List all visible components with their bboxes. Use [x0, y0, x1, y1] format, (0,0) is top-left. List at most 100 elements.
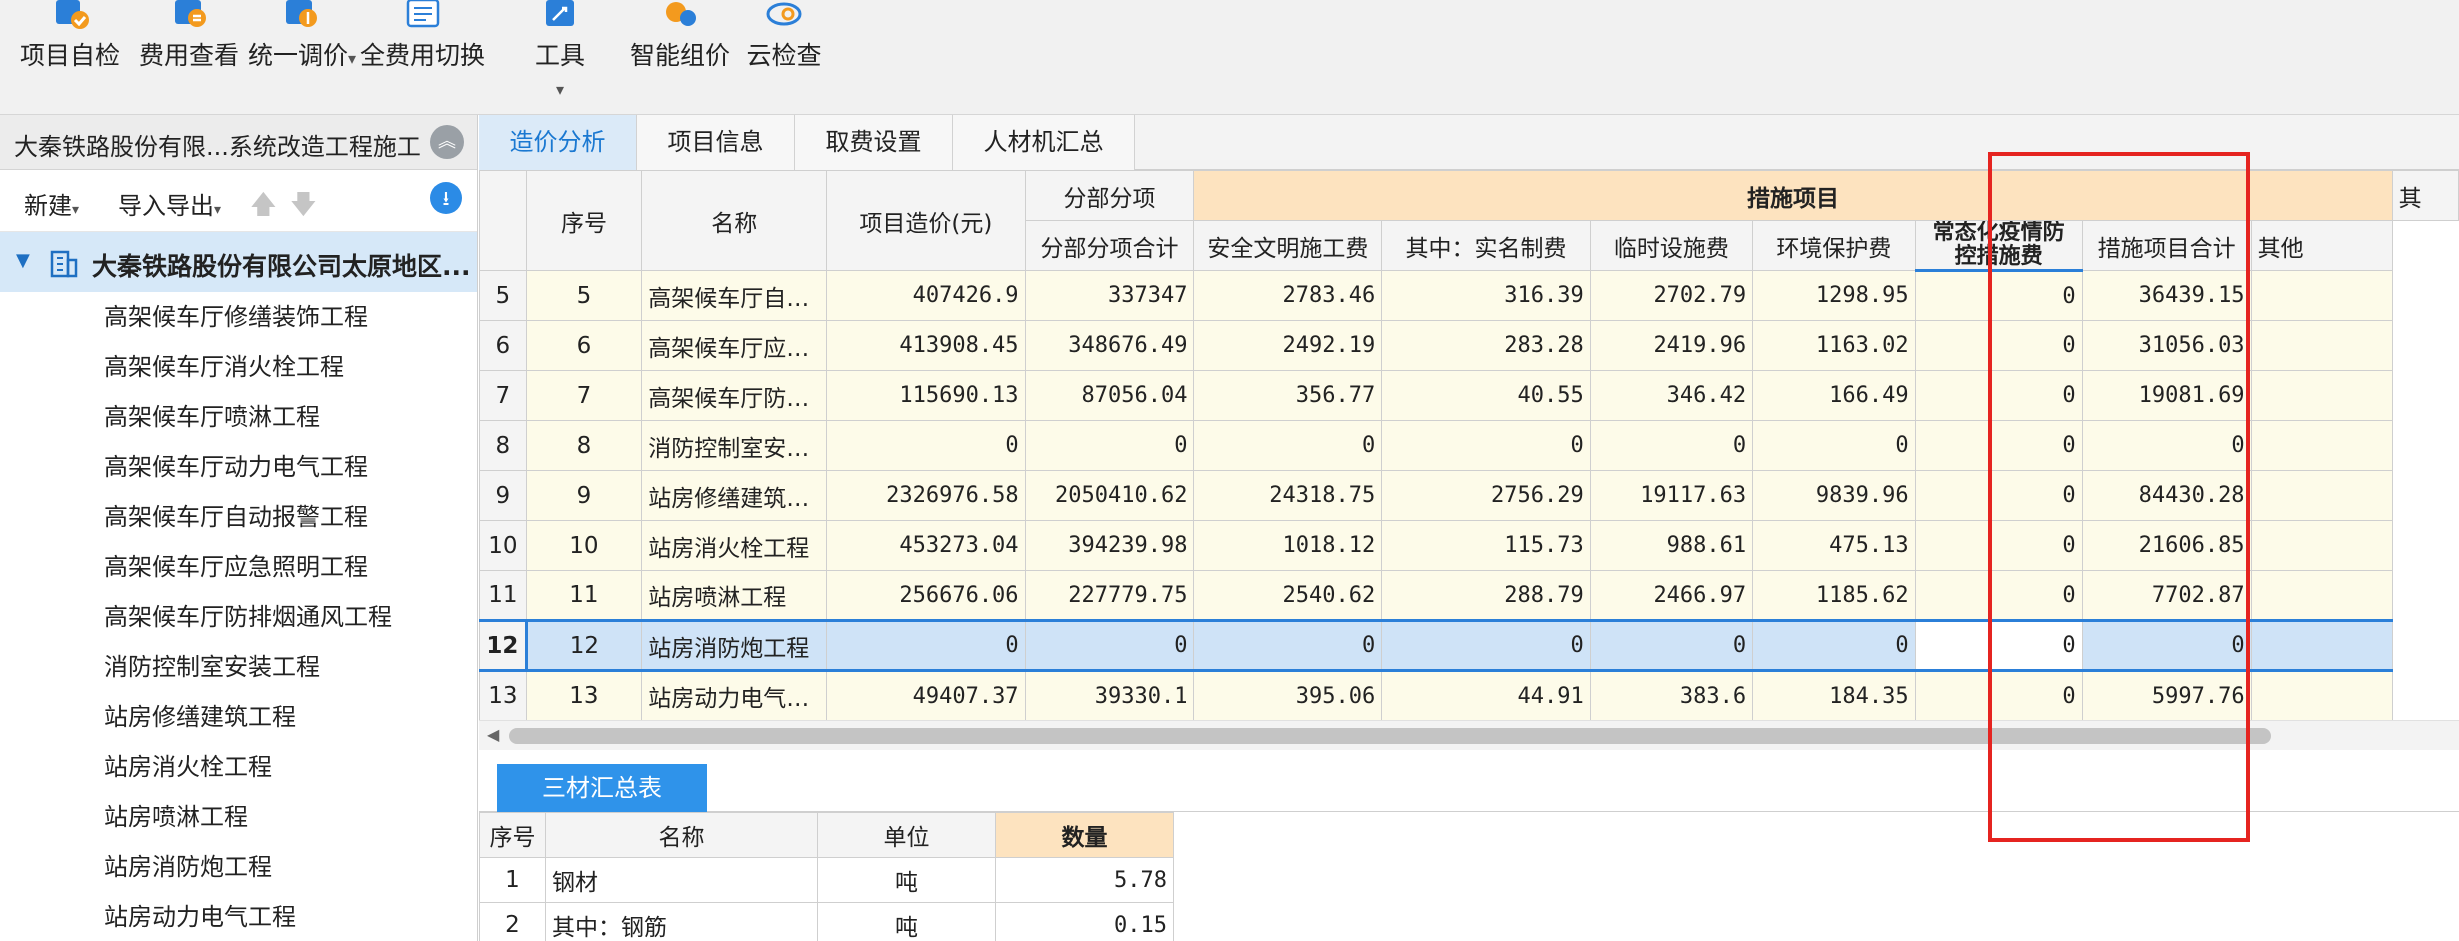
cell-epidemic[interactable]: 0 — [1914, 520, 2083, 571]
cell-fbfx[interactable]: 2050410.62 — [1024, 470, 1195, 521]
cell-fbfx[interactable]: 39330.1 — [1024, 670, 1195, 720]
tab-cost-analysis[interactable]: 造价分析 — [479, 115, 637, 170]
tree-root-item[interactable]: ▼ 大秦铁路股份有限公司太原地区... — [0, 232, 477, 292]
sum-cell-name[interactable]: 钢材 — [545, 857, 818, 903]
cell-env[interactable]: 1185.62 — [1752, 570, 1916, 621]
cell-safety[interactable]: 395.06 — [1193, 670, 1383, 720]
cell-safety[interactable]: 356.77 — [1193, 370, 1383, 421]
smart-pricing-button[interactable]: 智能组价 — [628, 0, 732, 115]
cell-epidemic[interactable]: 0 — [1914, 570, 2083, 621]
cell-measures[interactable]: 5997.76 — [2081, 670, 2252, 720]
sum-cell-seq[interactable]: 1 — [479, 857, 546, 903]
cell-realname[interactable]: 288.79 — [1381, 570, 1591, 621]
project-check-button[interactable]: 项目自检 — [18, 0, 122, 115]
cell-epidemic[interactable]: 0 — [1914, 320, 2083, 371]
cell-other[interactable] — [2250, 370, 2393, 421]
cell-fbfx[interactable]: 348676.49 — [1024, 320, 1195, 371]
cell-realname[interactable]: 44.91 — [1381, 670, 1591, 720]
cell-temp[interactable]: 383.6 — [1589, 670, 1754, 720]
cell-fbfx[interactable]: 0 — [1024, 619, 1195, 672]
cell-measures[interactable]: 0 — [2081, 619, 2252, 672]
horizontal-scrollbar[interactable]: ◀ — [479, 720, 2459, 750]
cell-safety[interactable]: 1018.12 — [1193, 520, 1383, 571]
cell-seq[interactable]: 6 — [525, 320, 643, 371]
full-cost-switch-button[interactable]: 全费用切换 — [360, 0, 485, 115]
cell-safety[interactable]: 0 — [1193, 619, 1383, 672]
cell-seq[interactable]: 9 — [525, 470, 643, 521]
cell-name[interactable]: 高架候车厅应… — [641, 320, 828, 371]
cell-other[interactable] — [2250, 619, 2393, 672]
cell-env[interactable]: 166.49 — [1752, 370, 1916, 421]
sum-cell-qty[interactable]: 0.15 — [995, 902, 1174, 941]
cell-temp[interactable]: 0 — [1589, 619, 1754, 672]
cell-measures[interactable]: 31056.03 — [2081, 320, 2252, 371]
tree-item[interactable]: 高架候车厅修缮装饰工程 — [0, 292, 477, 342]
sum-cell-name[interactable]: 其中：钢筋 — [545, 902, 818, 941]
cell-other[interactable] — [2250, 270, 2393, 321]
sum-cell-unit[interactable]: 吨 — [817, 902, 996, 941]
tree-item[interactable]: 站房消火栓工程 — [0, 742, 477, 792]
cell-cost[interactable]: 256676.06 — [826, 570, 1026, 621]
cell-env[interactable]: 475.13 — [1752, 520, 1916, 571]
tab-three-materials[interactable]: 三材汇总表 — [497, 764, 707, 812]
table-row[interactable]: 2 其中：钢筋吨 0.15 — [479, 902, 1174, 941]
cell-env[interactable]: 1163.02 — [1752, 320, 1916, 371]
sum-cell-unit[interactable]: 吨 — [817, 857, 996, 903]
table-row[interactable]: 9 9 站房修缮建筑… 2326976.58 2050410.62 24318.75 275… — [479, 470, 2459, 521]
table-row[interactable]: 7 7 高架候车厅防… 115690.13 87056.04 356.77 40.55 346… — [479, 370, 2459, 421]
sum-cell-seq[interactable]: 2 — [479, 902, 546, 941]
cell-realname[interactable]: 40.55 — [1381, 370, 1591, 421]
cell-temp[interactable]: 2419.96 — [1589, 320, 1754, 371]
cell-safety[interactable]: 2492.19 — [1193, 320, 1383, 371]
expand-arrow-icon[interactable]: ▼ — [16, 250, 30, 271]
sum-cell-qty[interactable]: 5.78 — [995, 857, 1174, 903]
cloud-check-button[interactable]: 云检查 — [744, 0, 824, 115]
table-row[interactable]: 12 12 站房消防炮工程 0 0 0 0 0 0 0 0 — [479, 619, 2459, 672]
cell-other[interactable] — [2250, 470, 2393, 521]
cell-other[interactable] — [2250, 320, 2393, 371]
cell-other[interactable] — [2250, 420, 2393, 471]
cell-temp[interactable]: 988.61 — [1589, 520, 1754, 571]
tree-item[interactable]: 高架候车厅应急照明工程 — [0, 542, 477, 592]
tree-item[interactable]: 站房消防炮工程 — [0, 842, 477, 892]
tree-item[interactable]: 高架候车厅动力电气工程 — [0, 442, 477, 492]
move-up-icon[interactable]: 🡅 — [250, 186, 277, 230]
cell-epidemic[interactable]: 0 — [1914, 370, 2083, 421]
cell-seq[interactable]: 5 — [525, 270, 643, 321]
cell-realname[interactable]: 283.28 — [1381, 320, 1591, 371]
tree-item[interactable]: 高架候车厅防排烟通风工程 — [0, 592, 477, 642]
tab-labor-material-summary[interactable]: 人材机汇总 — [953, 115, 1135, 170]
cell-name[interactable]: 站房动力电气… — [641, 670, 828, 720]
tree-item[interactable]: 站房喷淋工程 — [0, 792, 477, 842]
cell-realname[interactable]: 0 — [1381, 619, 1591, 672]
cell-seq[interactable]: 8 — [525, 420, 643, 471]
cell-safety[interactable]: 24318.75 — [1193, 470, 1383, 521]
cell-seq[interactable]: 7 — [525, 370, 643, 421]
cell-realname[interactable]: 316.39 — [1381, 270, 1591, 321]
cell-name[interactable]: 消防控制室安… — [641, 420, 828, 471]
cell-cost[interactable]: 0 — [826, 420, 1026, 471]
table-row[interactable]: 10 10 站房消火栓工程 453273.04 394239.98 1018.12 115.… — [479, 520, 2459, 571]
cell-name[interactable]: 高架候车厅防… — [641, 370, 828, 421]
cell-temp[interactable]: 19117.63 — [1589, 470, 1754, 521]
tree-item[interactable]: 站房修缮建筑工程 — [0, 692, 477, 742]
cell-cost[interactable]: 49407.37 — [826, 670, 1026, 720]
cell-temp[interactable]: 0 — [1589, 420, 1754, 471]
cell-seq[interactable]: 11 — [525, 570, 643, 621]
cell-fbfx[interactable]: 394239.98 — [1024, 520, 1195, 571]
cell-name[interactable]: 站房修缮建筑… — [641, 470, 828, 521]
cell-name[interactable]: 高架候车厅自… — [641, 270, 828, 321]
cell-realname[interactable]: 2756.29 — [1381, 470, 1591, 521]
collapse-icon[interactable]: ︽ — [430, 125, 464, 159]
tab-project-info[interactable]: 项目信息 — [637, 115, 795, 170]
tab-fee-settings[interactable]: 取费设置 — [795, 115, 953, 170]
cell-measures[interactable]: 0 — [2081, 420, 2252, 471]
tree-item[interactable]: 高架候车厅喷淋工程 — [0, 392, 477, 442]
download-icon[interactable]: ⭳ — [430, 182, 462, 214]
cell-safety[interactable]: 2783.46 — [1193, 270, 1383, 321]
tools-button[interactable]: 工具 ▾ — [520, 0, 600, 115]
scroll-left-icon[interactable]: ◀ — [487, 725, 499, 744]
cell-cost[interactable]: 115690.13 — [826, 370, 1026, 421]
tree-item[interactable]: 站房动力电气工程 — [0, 892, 477, 941]
cell-measures[interactable]: 19081.69 — [2081, 370, 2252, 421]
